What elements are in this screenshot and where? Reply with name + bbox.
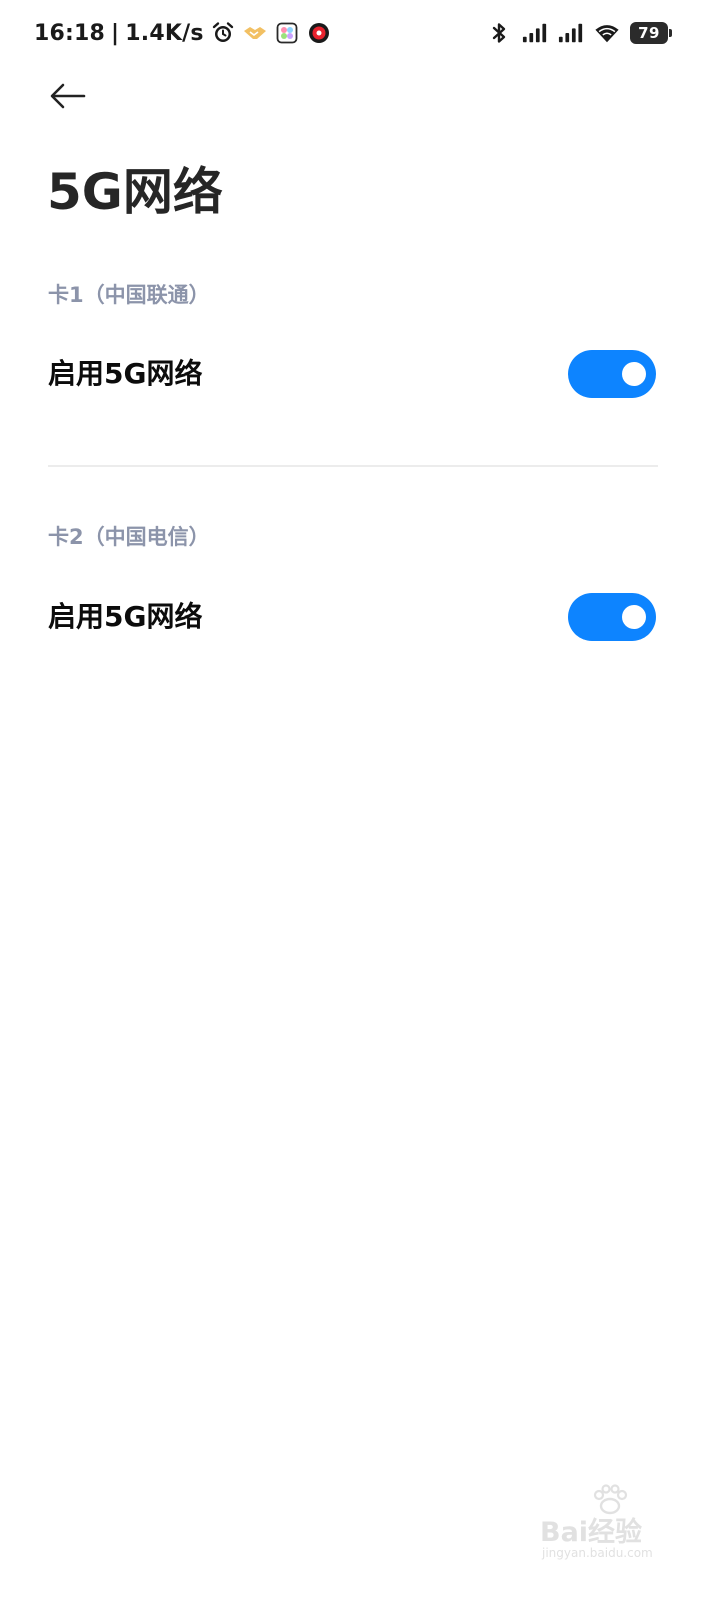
toggle-knob bbox=[622, 605, 646, 629]
wifi-icon bbox=[594, 20, 620, 46]
toggle-knob bbox=[622, 362, 646, 386]
signal-sim2-icon bbox=[558, 20, 584, 46]
battery-icon: 79 bbox=[630, 22, 672, 44]
back-button[interactable] bbox=[40, 76, 96, 120]
watermark-url: jingyan.baidu.com bbox=[542, 1546, 653, 1560]
setting-label: 启用5G网络 bbox=[48, 357, 203, 390]
page-title: 5G网络 bbox=[47, 163, 223, 221]
setting-row-enable-5g-sim1[interactable]: 启用5G网络 bbox=[0, 326, 720, 422]
setting-row-enable-5g-sim2[interactable]: 启用5G网络 bbox=[0, 569, 720, 665]
status-bar-left: 16:18 | 1.4K/s bbox=[34, 18, 332, 48]
enable-5g-toggle-sim1[interactable] bbox=[568, 350, 656, 398]
battery-level: 79 bbox=[638, 24, 660, 42]
red-dot-app-icon bbox=[306, 20, 332, 46]
status-bar: 16:18 | 1.4K/s 79 bbox=[0, 0, 720, 66]
status-time: 16:18 bbox=[34, 20, 106, 46]
section-divider bbox=[48, 465, 658, 467]
enable-5g-toggle-sim2[interactable] bbox=[568, 593, 656, 641]
bluetooth-icon bbox=[486, 20, 512, 46]
gallery-app-icon bbox=[274, 20, 300, 46]
signal-sim1-icon bbox=[522, 20, 548, 46]
status-separator: | bbox=[111, 20, 120, 46]
battery-tip bbox=[669, 29, 672, 37]
section-header-sim2: 卡2（中国电信） bbox=[48, 525, 210, 549]
setting-label: 启用5G网络 bbox=[48, 600, 203, 633]
status-bar-right: 79 bbox=[476, 18, 672, 48]
handshake-app-icon bbox=[242, 20, 268, 46]
section-header-sim1: 卡1（中国联通） bbox=[48, 283, 210, 307]
watermark-text: Bai经验 bbox=[540, 1517, 643, 1548]
network-speed: 1.4K/s bbox=[125, 20, 204, 46]
baidu-watermark: Bai经验 jingyan.baidu.com bbox=[536, 1480, 686, 1570]
arrow-left-icon bbox=[48, 82, 88, 114]
alarm-icon bbox=[210, 20, 236, 46]
